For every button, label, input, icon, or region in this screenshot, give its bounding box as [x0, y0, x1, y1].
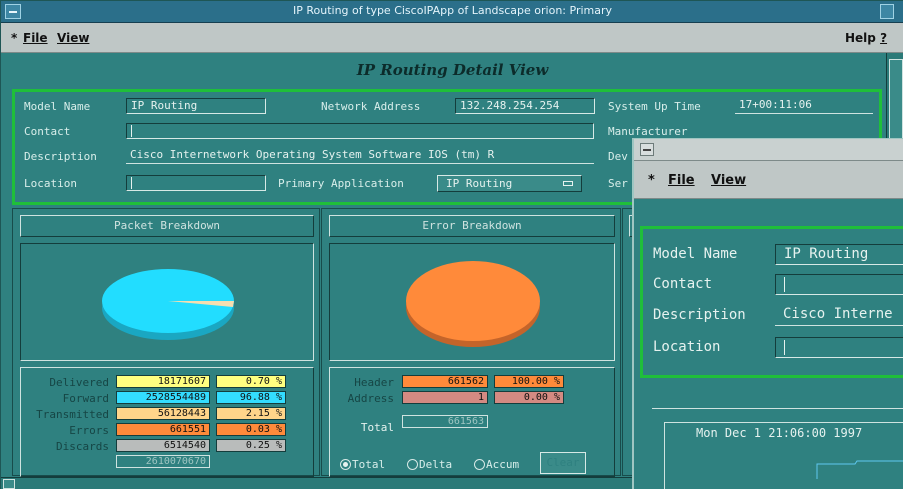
contact-label: Contact [24, 125, 71, 138]
packet-row-label: Transmitted [36, 408, 109, 421]
error-row-count: 661562 [402, 375, 488, 388]
text-cursor [784, 276, 785, 292]
error-row-percent: 0.00 % [494, 391, 564, 404]
packet-breakdown-pie-area [20, 243, 314, 361]
pie-slice-header [406, 261, 540, 341]
packet-breakdown-table: Delivered 18171607 0.70 % Forward 2528554489… [20, 367, 314, 477]
error-row-percent: 100.00 % [494, 375, 564, 388]
location-label: Location [24, 177, 77, 190]
error-row-count: 1 [402, 391, 488, 404]
packet-row-count: 56128443 [116, 407, 210, 420]
packet-row-count: 2528554489 [116, 391, 210, 404]
tearoff-indicator: * [11, 31, 18, 45]
front-window-menu-button[interactable] [640, 143, 654, 156]
front-contact-label: Contact [653, 276, 713, 292]
total-value: 661563 [402, 415, 488, 428]
front-tearoff-indicator: * [648, 173, 655, 188]
front-window-title-bar[interactable] [634, 139, 903, 161]
horizontal-scrollbar[interactable] [1, 477, 633, 489]
system-up-time-label: System Up Time [608, 100, 701, 113]
primary-application-label: Primary Application [278, 177, 404, 190]
window-title: IP Routing of type CiscoIPApp of Landsca… [292, 4, 613, 17]
menu-help-mnemonic: ? [880, 31, 888, 45]
packet-row-label: Forward [62, 392, 109, 405]
radio-total[interactable] [340, 459, 351, 470]
location-field[interactable] [126, 175, 266, 191]
text-cursor [131, 125, 132, 137]
menu-file[interactable]: File [23, 31, 48, 45]
front-location-field[interactable] [775, 337, 903, 358]
manufacturer-label: Manufacturer [608, 125, 688, 138]
front-window: * File View Model Name IP Routing Contac… [632, 138, 903, 489]
front-menu-file[interactable]: File [668, 173, 695, 188]
menu-help-label: Help [845, 31, 876, 45]
front-description-label: Description [653, 307, 746, 323]
front-graph-timestamp: Mon Dec 1 21:06:00 1997 [696, 426, 863, 440]
menu-help[interactable]: Help ? [845, 31, 887, 45]
minimize-button[interactable] [880, 4, 894, 19]
front-menu-bar: * File View [634, 161, 903, 199]
graph-line [816, 460, 903, 479]
packet-breakdown-title: Packet Breakdown [20, 215, 314, 237]
packet-row-count: 18171607 [116, 375, 210, 388]
packet-row-percent: 96.88 % [216, 391, 286, 404]
primary-application-option-menu[interactable]: IP Routing [437, 175, 582, 192]
packet-row-percent: 2.15 % [216, 407, 286, 420]
packet-row-count: 6514540 [116, 439, 210, 452]
front-separator [652, 408, 903, 409]
text-cursor [131, 177, 132, 189]
error-row-label: Address [347, 392, 394, 405]
front-model-name-field[interactable]: IP Routing [775, 244, 903, 265]
packet-row-percent: 0.03 % [216, 423, 286, 436]
menu-bar: * File View Help ? [1, 23, 903, 53]
total-label: Total [360, 421, 394, 434]
packet-row-label: Discards [56, 440, 109, 453]
front-description-value: Cisco Interne [775, 305, 903, 326]
model-name-label: Model Name [24, 100, 91, 113]
scroll-left-arrow-icon[interactable] [3, 479, 15, 489]
front-menu-view[interactable]: View [711, 173, 746, 188]
network-address-label: Network Address [321, 100, 421, 113]
packet-row-count: 2610070670 [116, 455, 210, 468]
packet-row-percent: 0.70 % [216, 375, 286, 388]
system-up-time-value: 17+00:11:06 [735, 98, 873, 114]
front-contact-field[interactable] [775, 274, 903, 295]
error-breakdown-pie-chart [406, 261, 540, 347]
title-bar[interactable]: IP Routing of type CiscoIPApp of Landsca… [1, 1, 903, 23]
front-location-label: Location [653, 339, 721, 355]
packet-row-count: 661551 [116, 423, 210, 436]
device-label-partial: Dev [608, 150, 628, 163]
text-cursor [784, 339, 785, 355]
packet-row-label: Delivered [49, 376, 109, 389]
packet-row-percent: 0.25 % [216, 439, 286, 452]
error-breakdown-table: Header 661562 100.00 % Address 1 0.00 % Total… [329, 367, 615, 477]
error-breakdown-title: Error Breakdown [329, 215, 615, 237]
error-breakdown-panel: Error Breakdown Header 661562 100.00 % Addr… [321, 208, 621, 477]
radio-accum[interactable] [474, 459, 485, 470]
network-address-field[interactable]: 132.248.254.254 [455, 98, 595, 114]
radio-total-label: Total [352, 458, 386, 471]
packet-row-label: Errors [69, 424, 109, 437]
option-menu-indicator-icon [563, 181, 573, 186]
contact-field[interactable] [126, 123, 594, 139]
description-value: Cisco Internetwork Operating System Soft… [126, 148, 594, 164]
packet-breakdown-pie-chart [102, 269, 234, 340]
front-device-info-section: Model Name IP Routing Contact Descriptio… [640, 226, 903, 378]
front-model-name-label: Model Name [653, 246, 738, 262]
page-title: IP Routing Detail View [356, 61, 549, 79]
model-name-field[interactable]: IP Routing [126, 98, 266, 114]
error-row-label: Header [354, 376, 394, 389]
clear-button[interactable]: Clear [540, 452, 586, 474]
primary-application-value: IP Routing [446, 177, 513, 190]
error-breakdown-pie-area [329, 243, 615, 361]
serial-label-partial: Ser [608, 177, 628, 190]
menu-view[interactable]: View [57, 31, 89, 45]
radio-accum-label: Accum [486, 458, 520, 471]
radio-delta[interactable] [407, 459, 418, 470]
radio-delta-label: Delta [419, 458, 453, 471]
description-label: Description [24, 150, 97, 163]
packet-breakdown-panel: Packet Breakdown Delivered 18171607 0.70 %… [12, 208, 320, 477]
